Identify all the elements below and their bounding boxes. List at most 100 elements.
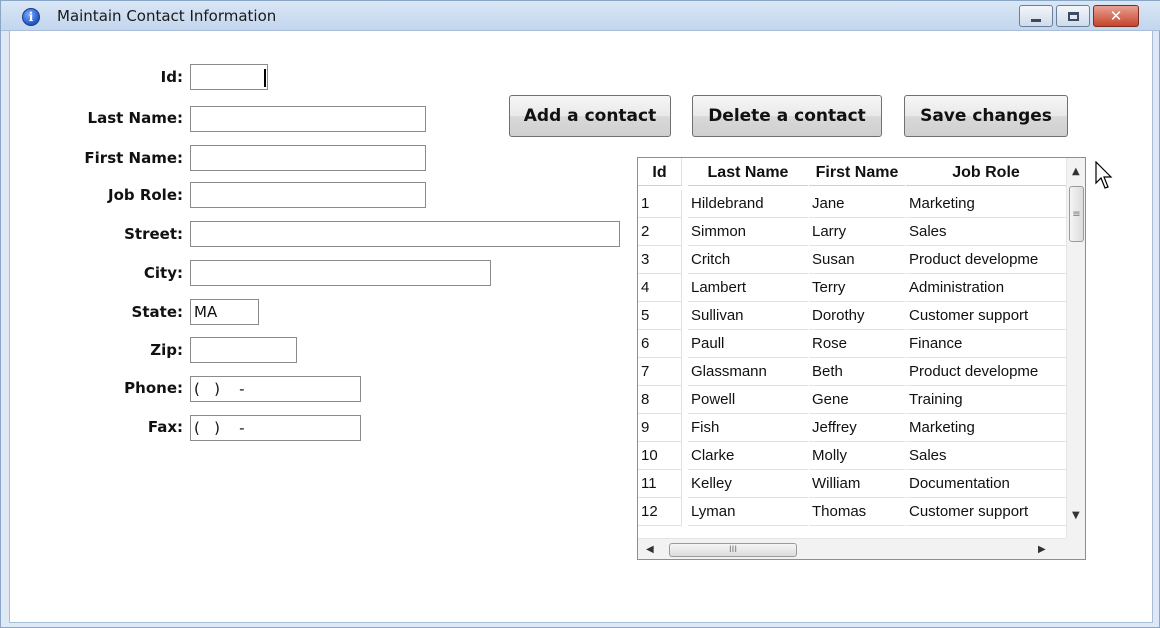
first-name-field[interactable] [190, 145, 426, 171]
table-cell[interactable]: 12 [638, 498, 682, 526]
table-row[interactable]: 12 Lyman Thomas Customer support [638, 498, 1066, 526]
table-cell[interactable]: Susan [809, 246, 905, 274]
table-cell[interactable]: Kelley [688, 470, 808, 498]
column-header-first-name[interactable]: First Name [809, 158, 905, 186]
table-cell[interactable]: Sales [906, 442, 1066, 470]
city-field[interactable] [190, 260, 491, 286]
scroll-right-icon[interactable]: ▶ [1038, 544, 1046, 555]
table-body: Id Last Name First Name Job Role 1 Hildeb… [638, 158, 1066, 538]
table-cell[interactable]: Glassmann [688, 358, 808, 386]
state-field[interactable]: MA [190, 299, 259, 325]
street-field[interactable] [190, 221, 620, 247]
table-cell[interactable]: 2 [638, 218, 682, 246]
scroll-down-icon[interactable]: ▼ [1072, 510, 1080, 521]
table-cell[interactable]: 10 [638, 442, 682, 470]
table-cell[interactable]: 8 [638, 386, 682, 414]
column-header-last-name[interactable]: Last Name [688, 158, 808, 186]
table-cell[interactable]: Customer support [906, 498, 1066, 526]
table-cell[interactable]: Documentation [906, 470, 1066, 498]
table-row[interactable]: 7 Glassmann Beth Product developme [638, 358, 1066, 386]
table-cell[interactable]: Administration [906, 274, 1066, 302]
phone-label: Phone: [124, 379, 183, 397]
table-cell[interactable]: Hildebrand [688, 190, 808, 218]
table-cell[interactable]: Lyman [688, 498, 808, 526]
zip-field[interactable] [190, 337, 297, 363]
table-cell[interactable]: Gene [809, 386, 905, 414]
table-cell[interactable]: Lambert [688, 274, 808, 302]
minimize-button[interactable] [1019, 5, 1053, 27]
info-icon: i [22, 8, 40, 26]
column-header-job-role[interactable]: Job Role [906, 158, 1066, 186]
job-role-label: Job Role: [107, 186, 183, 204]
table-cell[interactable]: 7 [638, 358, 682, 386]
table-cell[interactable]: Sullivan [688, 302, 808, 330]
title-bar[interactable]: i Maintain Contact Information ✕ [1, 1, 1160, 31]
table-cell[interactable]: Training [906, 386, 1066, 414]
save-changes-button[interactable]: Save changes [904, 95, 1068, 137]
scroll-left-icon[interactable]: ◀ [646, 544, 654, 555]
table-cell[interactable]: Customer support [906, 302, 1066, 330]
table-cell[interactable]: Sales [906, 218, 1066, 246]
horizontal-scroll-thumb[interactable]: III [669, 543, 797, 557]
table-cell[interactable]: Dorothy [809, 302, 905, 330]
table-cell[interactable]: 6 [638, 330, 682, 358]
table-row[interactable]: 1 Hildebrand Jane Marketing [638, 190, 1066, 218]
mouse-pointer-icon [1095, 161, 1113, 189]
close-button[interactable]: ✕ [1093, 5, 1139, 27]
contacts-table[interactable]: Id Last Name First Name Job Role 1 Hildeb… [637, 157, 1086, 560]
table-cell[interactable]: Simmon [688, 218, 808, 246]
grip-icon: ≡ [1072, 208, 1081, 220]
city-label: City: [143, 264, 183, 282]
table-cell[interactable]: Marketing [906, 414, 1066, 442]
table-row[interactable]: 5 Sullivan Dorothy Customer support [638, 302, 1066, 330]
table-cell[interactable]: 1 [638, 190, 682, 218]
table-cell[interactable]: 11 [638, 470, 682, 498]
table-cell[interactable]: Thomas [809, 498, 905, 526]
table-row[interactable]: 2 Simmon Larry Sales [638, 218, 1066, 246]
table-cell[interactable]: Beth [809, 358, 905, 386]
add-contact-button[interactable]: Add a contact [509, 95, 671, 137]
table-cell[interactable]: Paull [688, 330, 808, 358]
job-role-field[interactable] [190, 182, 426, 208]
table-cell[interactable]: Molly [809, 442, 905, 470]
table-cell[interactable]: William [809, 470, 905, 498]
last-name-field[interactable] [190, 106, 426, 132]
table-row[interactable]: 9 Fish Jeffrey Marketing [638, 414, 1066, 442]
table-row[interactable]: 6 Paull Rose Finance [638, 330, 1066, 358]
id-field[interactable] [190, 64, 268, 90]
table-cell[interactable]: Product developme [906, 358, 1066, 386]
table-cell[interactable]: Jeffrey [809, 414, 905, 442]
id-label: Id: [160, 68, 183, 86]
table-cell[interactable]: Marketing [906, 190, 1066, 218]
table-cell[interactable]: 3 [638, 246, 682, 274]
table-cell[interactable]: Product developme [906, 246, 1066, 274]
zip-label: Zip: [150, 341, 183, 359]
table-row[interactable]: 8 Powell Gene Training [638, 386, 1066, 414]
table-cell[interactable]: Finance [906, 330, 1066, 358]
table-row[interactable]: 11 Kelley William Documentation [638, 470, 1066, 498]
vertical-scroll-thumb[interactable]: ≡ [1069, 186, 1084, 242]
fax-field[interactable]: ( ) - [190, 415, 361, 441]
table-cell[interactable]: 5 [638, 302, 682, 330]
table-cell[interactable]: Terry [809, 274, 905, 302]
table-cell[interactable]: Rose [809, 330, 905, 358]
table-cell[interactable]: 4 [638, 274, 682, 302]
table-cell[interactable]: Jane [809, 190, 905, 218]
vertical-scrollbar[interactable]: ▲ ≡ ▼ [1066, 158, 1085, 538]
maximize-button[interactable] [1056, 5, 1090, 27]
phone-field[interactable]: ( ) - [190, 376, 361, 402]
horizontal-scrollbar[interactable]: ◀ III ▶ [638, 538, 1066, 559]
table-cell[interactable]: Powell [688, 386, 808, 414]
table-row[interactable]: 10 Clarke Molly Sales [638, 442, 1066, 470]
delete-contact-button[interactable]: Delete a contact [692, 95, 882, 137]
table-row[interactable]: 3 Critch Susan Product developme [638, 246, 1066, 274]
column-header-id[interactable]: Id [638, 158, 682, 186]
table-header: Id Last Name First Name Job Role [638, 158, 1066, 186]
table-cell[interactable]: Larry [809, 218, 905, 246]
table-cell[interactable]: Critch [688, 246, 808, 274]
table-cell[interactable]: Clarke [688, 442, 808, 470]
table-cell[interactable]: Fish [688, 414, 808, 442]
table-row[interactable]: 4 Lambert Terry Administration [638, 274, 1066, 302]
scroll-up-icon[interactable]: ▲ [1072, 166, 1080, 177]
table-cell[interactable]: 9 [638, 414, 682, 442]
